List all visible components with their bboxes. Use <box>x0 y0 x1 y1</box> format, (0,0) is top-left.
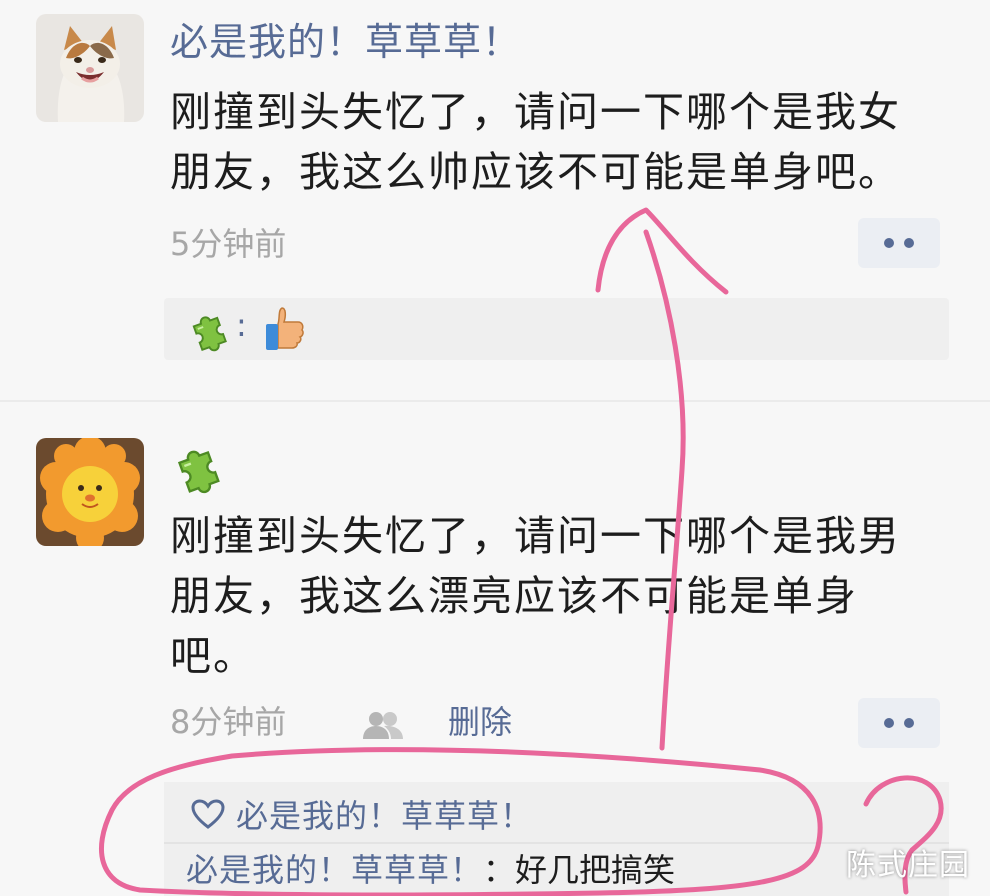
friends-visibility-icon <box>363 712 403 739</box>
dot-icon <box>904 718 914 728</box>
likes-box: : <box>164 298 949 360</box>
post-divider <box>0 400 990 402</box>
dot-icon <box>884 718 894 728</box>
thumbs-up-icon <box>266 307 304 350</box>
dot-icon <box>884 238 894 248</box>
post-time: 5分钟前 <box>170 225 287 263</box>
moment-post-1: 必是我的！草草草！ 刚撞到头失忆了，请问一下哪个是我女朋友，我这么帅应该不可能是… <box>0 0 990 400</box>
likes-row: 必是我的！草草草！ <box>190 792 533 836</box>
more-actions-button[interactable] <box>858 218 940 268</box>
likes-colon: : <box>236 306 247 344</box>
heart-icon <box>191 799 225 829</box>
puzzle-piece-icon[interactable] <box>186 306 232 352</box>
comment-separator: ： <box>483 851 516 889</box>
cat-avatar[interactable] <box>36 14 144 122</box>
comment-text: 好几把搞笑 <box>515 851 676 889</box>
moment-post-2: 刚撞到头失忆了，请问一下哪个是我男朋友，我这么漂亮应该不可能是单身吧。 8分钟前… <box>0 404 990 896</box>
post-content: 刚撞到头失忆了，请问一下哪个是我男朋友，我这么漂亮应该不可能是单身吧。 <box>170 512 901 680</box>
comment-author[interactable]: 必是我的！草草草！ <box>186 851 483 889</box>
comments-box: 必是我的！草草草！ 必是我的！草草草！：好几把搞笑 <box>164 782 949 896</box>
dot-icon <box>904 238 914 248</box>
watermark: 陈式庄园 <box>846 848 970 883</box>
liker-name[interactable]: 必是我的！草草草！ <box>236 791 533 837</box>
more-actions-button[interactable] <box>858 698 940 748</box>
comment-item[interactable]: 必是我的！草草草！：好几把搞笑 <box>186 848 675 892</box>
puzzle-piece-icon[interactable] <box>170 438 226 494</box>
post-content: 刚撞到头失忆了，请问一下哪个是我女朋友，我这么帅应该不可能是单身吧。 <box>170 88 901 196</box>
comment-divider <box>164 842 949 844</box>
delete-button[interactable]: 删除 <box>448 702 512 742</box>
lion-plush-avatar[interactable] <box>36 438 144 546</box>
post-time: 8分钟前 <box>170 703 287 741</box>
post-nickname[interactable]: 必是我的！草草草！ <box>170 18 521 66</box>
